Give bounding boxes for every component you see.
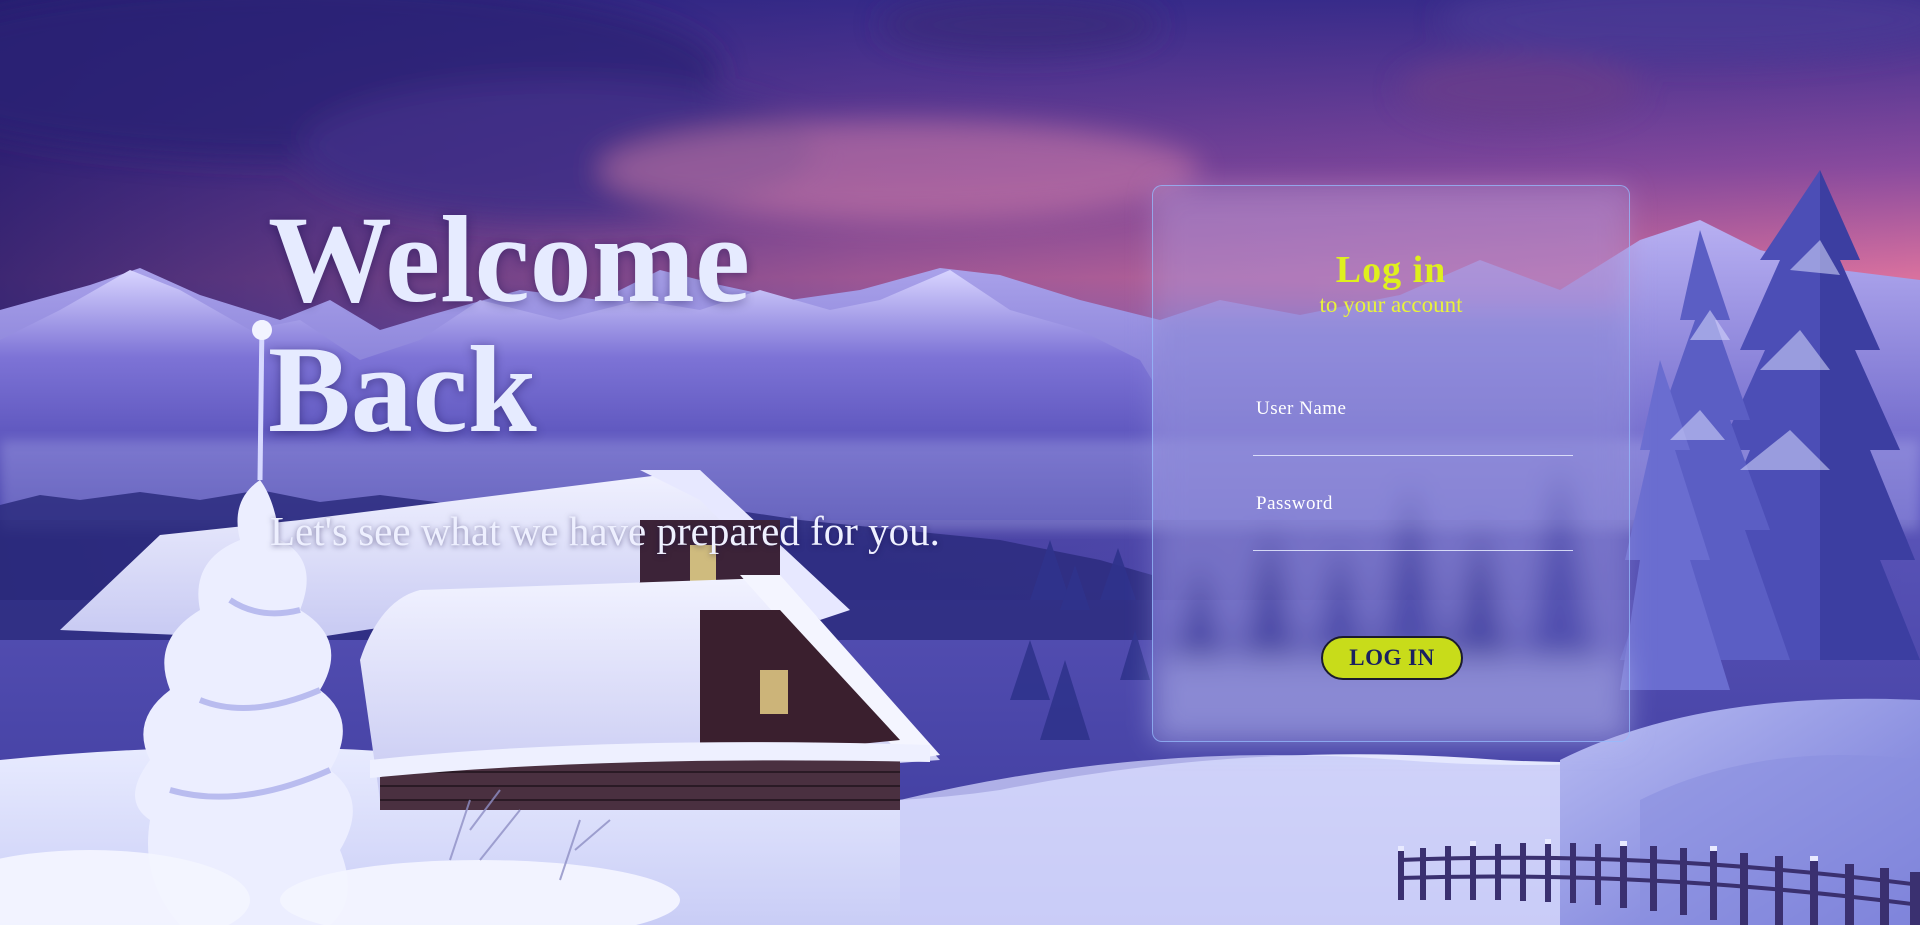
username-input[interactable] bbox=[1253, 422, 1573, 456]
hero-subtitle: Let's see what we have prepared for you. bbox=[270, 508, 940, 554]
login-heading: Log in bbox=[1335, 249, 1447, 291]
hero-section: Welcome Back Let's see what we have prep… bbox=[268, 195, 1088, 555]
hero-title-line2: Back bbox=[268, 321, 537, 458]
password-label: Password bbox=[1256, 493, 1333, 514]
username-field-group: User Name bbox=[1253, 398, 1573, 456]
hero-title: Welcome Back bbox=[268, 195, 1088, 455]
login-subheading: to your account bbox=[1319, 292, 1463, 317]
login-form: Log in to your account User Name Passwor… bbox=[1152, 185, 1630, 742]
login-button[interactable]: LOG IN bbox=[1321, 636, 1463, 680]
password-input[interactable] bbox=[1253, 517, 1573, 551]
password-field-group: Password bbox=[1253, 493, 1573, 551]
hero-title-line1: Welcome bbox=[268, 191, 751, 328]
username-label: User Name bbox=[1256, 398, 1347, 419]
